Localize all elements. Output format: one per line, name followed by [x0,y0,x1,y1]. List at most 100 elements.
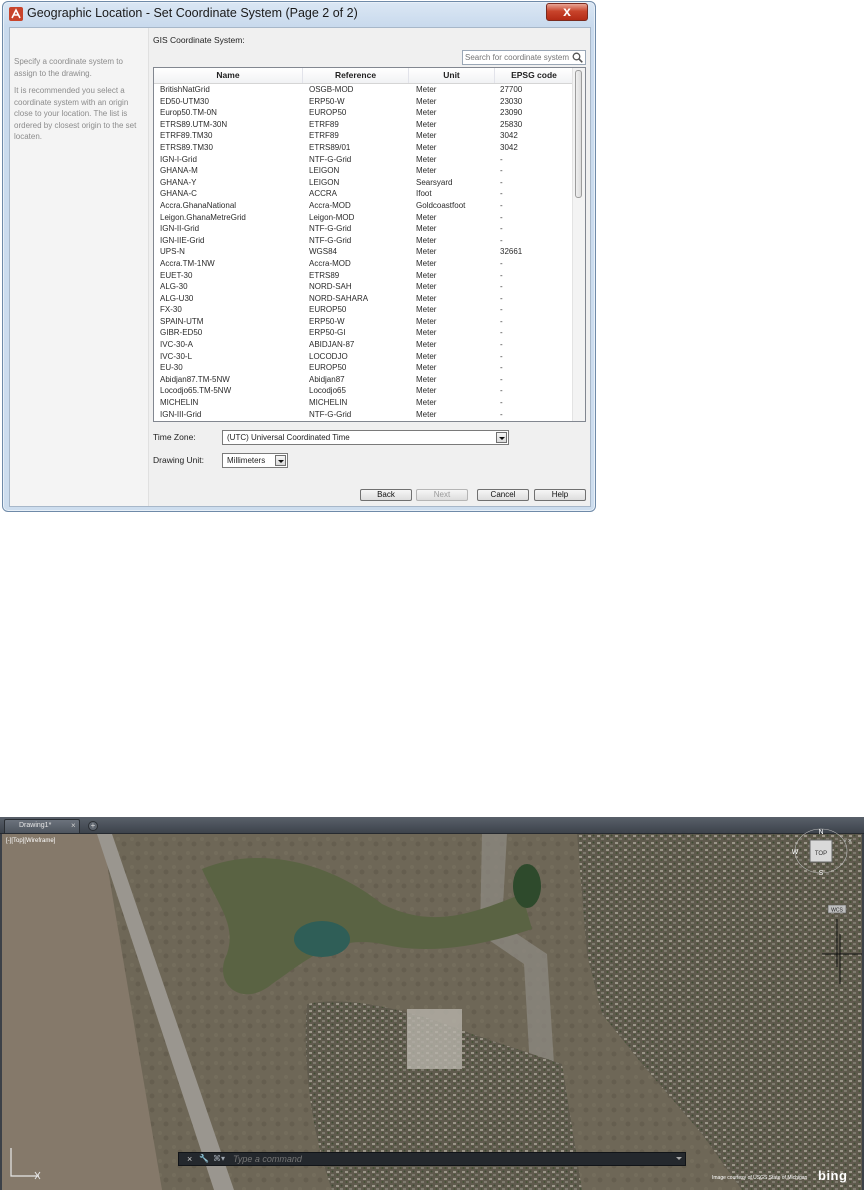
cell-unit: Meter [416,351,437,361]
aerial-map-view[interactable] [2,834,862,1190]
compass-north-label[interactable]: N [818,829,823,836]
table-row[interactable]: SPAIN-UTM ERP50-W Meter - [154,316,574,328]
table-row[interactable]: Locodjo65.TM-5NW Locodjo65 Meter - [154,385,574,397]
table-row[interactable]: Accra.TM-1NW Accra-MOD Meter - [154,258,574,270]
table-row[interactable]: UPS-N WGS84 Meter 32661 [154,246,574,258]
table-row[interactable]: EUET-30 ETRS89 Meter - [154,270,574,282]
command-prompt-icon[interactable]: ⌘▾ [213,1154,225,1163]
tab-close-icon[interactable]: × [71,821,76,830]
table-row[interactable]: BritishNatGrid OSGB-MOD Meter 27700 [154,84,574,96]
table-row[interactable]: ALG-30 NORD-SAH Meter - [154,281,574,293]
cell-name: ETRS89.UTM-30N [160,119,228,129]
table-row[interactable]: Abidjan87.TM-5NW Abidjan87 Meter - [154,374,574,386]
cell-reference: MICHELIN [309,398,348,408]
column-header-epsg-code[interactable]: EPSG code [495,68,574,83]
table-row[interactable]: IGN-III-Grid NTF-G-Grid Meter - [154,409,574,421]
cell-epsg-code: - [500,340,503,350]
table-row[interactable]: MICHELIN MICHELIN Meter - [154,397,574,409]
vertical-scrollbar[interactable] [572,68,585,421]
column-header-name[interactable]: Name [154,68,303,83]
compass-south-label[interactable]: S [819,870,824,877]
table-row[interactable]: Accra.GhanaNational Accra-MOD Goldcoastfoo… [154,200,574,212]
table-row[interactable]: IGN-IIE-Grid NTF-G-Grid Meter - [154,235,574,247]
cell-reference: Accra-MOD [309,200,351,210]
cell-unit: Meter [416,328,437,338]
wrench-icon[interactable]: 🔧 [199,1154,209,1163]
table-row[interactable]: IGN-II-Grid NTF-G-Grid Meter - [154,223,574,235]
cell-name: GHANA-Y [160,177,197,187]
table-row[interactable]: Europ50.TM-0N EUROP50 Meter 23090 [154,107,574,119]
cell-reference: OSGB-MOD [309,85,354,94]
new-tab-button[interactable]: + [88,821,98,831]
search-input[interactable] [465,51,569,64]
time-zone-dropdown[interactable]: (UTC) Universal Coordinated Time [222,430,509,445]
coordinate-system-grid[interactable]: Name Reference Unit EPSG code BritishNat… [153,67,586,422]
cell-reference: ABIDJAN-87 [309,340,355,350]
table-row[interactable]: IVC-30-L LOCODJO Meter - [154,351,574,363]
close-icon[interactable]: × [187,1154,192,1164]
table-row[interactable]: ETRS89.UTM-30N ETRF89 Meter 25830 [154,119,574,131]
cell-epsg-code: - [500,351,503,361]
table-row[interactable]: FX-30 EUROP50 Meter - [154,304,574,316]
chevron-down-icon[interactable] [676,1157,682,1160]
command-line[interactable]: × 🔧 ⌘▾ [178,1152,686,1166]
search-box[interactable] [462,50,586,65]
scrollbar-thumb[interactable] [575,70,582,198]
cell-reference: NTF-G-Grid [309,409,352,419]
viewcube-top-label[interactable]: TOP [815,851,827,857]
cell-unit: Meter [416,85,437,94]
title-bar[interactable]: Geographic Location - Set Coordinate Sys… [3,2,595,26]
search-icon[interactable] [572,52,583,63]
drawing-tab[interactable]: Drawing1* × [4,819,80,833]
cancel-button[interactable]: Cancel [477,489,529,501]
viewcube-icon[interactable]: TOP N S W [790,825,850,885]
command-input[interactable] [233,1153,613,1165]
time-zone-value: (UTC) Universal Coordinated Time [227,433,350,442]
cell-unit: Ifoot [416,189,432,199]
cell-unit: Meter [416,154,437,164]
close-button[interactable]: x [546,3,588,21]
next-button[interactable]: Next [416,489,468,501]
cell-unit: Meter [416,305,437,315]
table-row[interactable]: GHANA-Y LEIGON Searsyard - [154,177,574,189]
cell-epsg-code: - [500,386,503,396]
help-button[interactable]: Help [534,489,586,501]
column-header-reference[interactable]: Reference [303,68,409,83]
table-row[interactable]: ETRS89.TM30 ETRS89/01 Meter 3042 [154,142,574,154]
cell-reference: ERP50-GI [309,328,346,338]
cell-epsg-code: - [500,328,503,338]
table-row[interactable]: ALG-U30 NORD-SAHARA Meter - [154,293,574,305]
cell-unit: Searsyard [416,177,453,187]
table-row[interactable]: IVC-30-A ABIDJAN-87 Meter - [154,339,574,351]
drawing-unit-dropdown[interactable]: Millimeters [222,453,288,468]
table-row[interactable]: GHANA-C ACCRA Ifoot - [154,188,574,200]
navigation-bar-icon[interactable]: WCS [824,904,850,969]
viewport-controls-label[interactable]: [-][Top][Wireframe] [6,838,55,844]
back-button[interactable]: Back [360,489,412,501]
cell-epsg-code: 23090 [500,108,523,118]
cell-unit: Meter [416,235,437,245]
cell-reference: EUROP50 [309,363,347,373]
dropdown-arrow-icon[interactable] [275,455,286,466]
cell-epsg-code: - [500,363,503,373]
dialog-title: Geographic Location - Set Coordinate Sys… [27,6,358,20]
navigation-bar[interactable]: WCS [824,904,850,969]
cell-name: IGN-III-Grid [160,409,202,419]
gis-coordinate-system-label: GIS Coordinate System: [153,35,245,45]
column-header-unit[interactable]: Unit [409,68,495,83]
time-zone-label: Time Zone: [153,432,196,442]
table-row[interactable]: GIBR-ED50 ERP50-GI Meter - [154,327,574,339]
table-row[interactable]: IGN-I-Grid NTF-G-Grid Meter - [154,154,574,166]
cell-reference: ETRS89 [309,270,340,280]
table-row[interactable]: ED50-UTM30 ERP50-W Meter 23030 [154,96,574,108]
table-row[interactable]: GHANA-M LEIGON Meter - [154,165,574,177]
cell-name: BritishNatGrid [160,85,210,94]
cell-reference: EUROP50 [309,305,347,315]
cell-name: ALG-30 [160,282,188,292]
dropdown-arrow-icon[interactable] [496,432,507,443]
cell-epsg-code: 32661 [500,247,523,257]
table-row[interactable]: ETRF89.TM30 ETRF89 Meter 3042 [154,130,574,142]
table-row[interactable]: EU-30 EUROP50 Meter - [154,362,574,374]
cell-epsg-code: - [500,293,503,303]
table-row[interactable]: Leigon.GhanaMetreGrid Leigon-MOD Meter - [154,212,574,224]
